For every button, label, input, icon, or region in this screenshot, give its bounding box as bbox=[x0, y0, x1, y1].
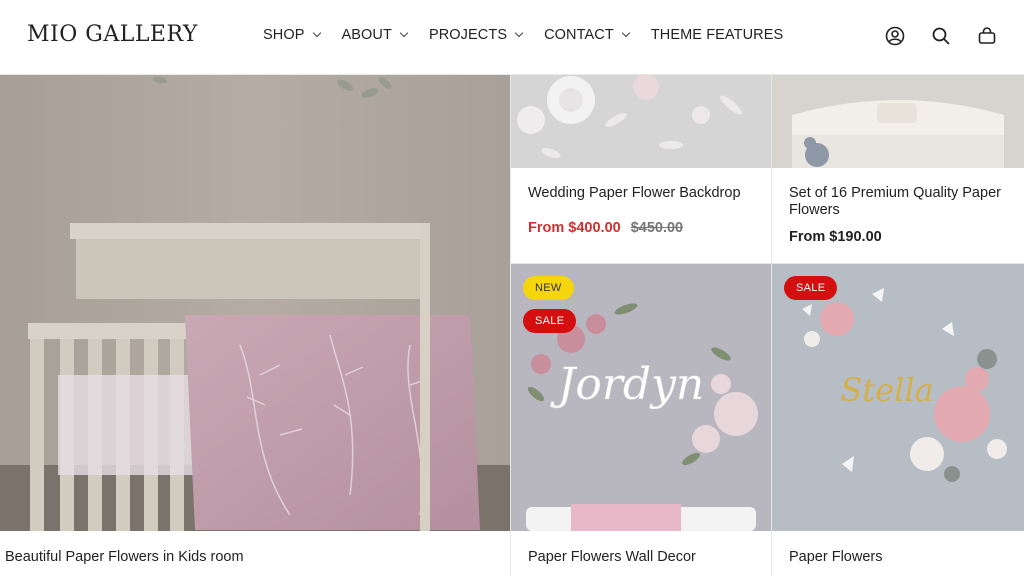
nav-projects[interactable]: PROJECTS bbox=[428, 27, 524, 43]
account-icon bbox=[885, 26, 905, 46]
badge-new: NEW bbox=[523, 276, 574, 300]
site-header: MIO GALLERY SHOP ABOUT PROJECTS CONTACT … bbox=[0, 0, 1024, 75]
nav-shop[interactable]: SHOP bbox=[263, 27, 321, 43]
compare-price: $450.00 bbox=[630, 220, 684, 236]
nav-contact[interactable]: CONTACT bbox=[544, 27, 631, 43]
product-card-set-of-16[interactable]: Set of 16 Premium Quality Paper Flowers … bbox=[772, 75, 1024, 263]
nav-theme-features-label: THEME FEATURES bbox=[650, 27, 784, 43]
product-card-wall-decor[interactable]: Jordyn NEW SALE Paper Flowers Wall Decor bbox=[511, 264, 771, 576]
chevron-down-icon bbox=[621, 28, 631, 38]
nav-about-label: ABOUT bbox=[341, 27, 392, 43]
main-nav: SHOP ABOUT PROJECTS CONTACT THEME FEATUR… bbox=[263, 27, 805, 43]
product-title[interactable]: Paper Flowers bbox=[789, 549, 1024, 566]
nav-shop-label: SHOP bbox=[263, 27, 305, 43]
nav-about[interactable]: ABOUT bbox=[341, 27, 409, 43]
product-card-kids-room[interactable]: Beautiful Paper Flowers in Kids room bbox=[0, 75, 510, 576]
search-button[interactable] bbox=[918, 22, 964, 50]
search-icon bbox=[932, 27, 950, 45]
product-card-wedding-backdrop[interactable]: Wedding Paper Flower Backdrop From $400.… bbox=[511, 75, 771, 263]
price-row: From $190.00 bbox=[789, 229, 1014, 245]
account-button[interactable] bbox=[872, 22, 918, 50]
nav-contact-label: CONTACT bbox=[544, 27, 614, 43]
chevron-down-icon bbox=[312, 28, 321, 38]
product-caption: Paper Flowers Wall Decor bbox=[511, 531, 771, 576]
sale-price: From $400.00 bbox=[528, 220, 621, 236]
product-title[interactable]: Wedding Paper Flower Backdrop bbox=[528, 185, 771, 202]
product-title[interactable]: Set of 16 Premium Quality Paper Flowers bbox=[789, 185, 1014, 219]
badge-sale: SALE bbox=[523, 309, 577, 333]
chevron-down-icon bbox=[514, 28, 524, 38]
cart-icon bbox=[978, 27, 996, 44]
site-logo[interactable]: MIO GALLERY bbox=[27, 22, 198, 47]
product-caption: Paper Flowers bbox=[772, 531, 1024, 576]
product-image-wedding-backdrop bbox=[511, 75, 771, 168]
grid-divider bbox=[511, 263, 1024, 264]
product-image-set-of-16 bbox=[772, 75, 1024, 168]
grid-divider bbox=[771, 75, 772, 576]
header-icons bbox=[872, 22, 1024, 50]
cart-button[interactable] bbox=[964, 22, 1010, 50]
product-image-kids-room bbox=[0, 75, 510, 531]
product-title[interactable]: Paper Flowers Wall Decor bbox=[528, 549, 771, 566]
product-caption: Beautiful Paper Flowers in Kids room bbox=[0, 531, 510, 576]
stella-sign-text: Stella bbox=[840, 371, 933, 409]
price-row: From $400.00 $450.00 bbox=[528, 220, 771, 236]
chevron-down-icon bbox=[399, 28, 409, 38]
nav-projects-label: PROJECTS bbox=[428, 27, 508, 43]
product-title[interactable]: Beautiful Paper Flowers in Kids room bbox=[5, 549, 510, 566]
product-caption: Wedding Paper Flower Backdrop From $400.… bbox=[511, 168, 771, 263]
product-image-paper-flowers: Stella bbox=[772, 264, 1024, 531]
product-card-paper-flowers[interactable]: Stella SALE Paper Flowers bbox=[772, 264, 1024, 576]
product-image-wall-decor: Jordyn bbox=[511, 264, 771, 531]
regular-price: From $190.00 bbox=[789, 229, 882, 245]
grid-divider bbox=[510, 75, 511, 576]
nav-theme-features[interactable]: THEME FEATURES bbox=[651, 27, 783, 43]
product-caption: Set of 16 Premium Quality Paper Flowers … bbox=[772, 168, 1024, 263]
jordyn-sign-text: Jordyn bbox=[550, 359, 705, 410]
badge-sale: SALE bbox=[784, 276, 838, 300]
